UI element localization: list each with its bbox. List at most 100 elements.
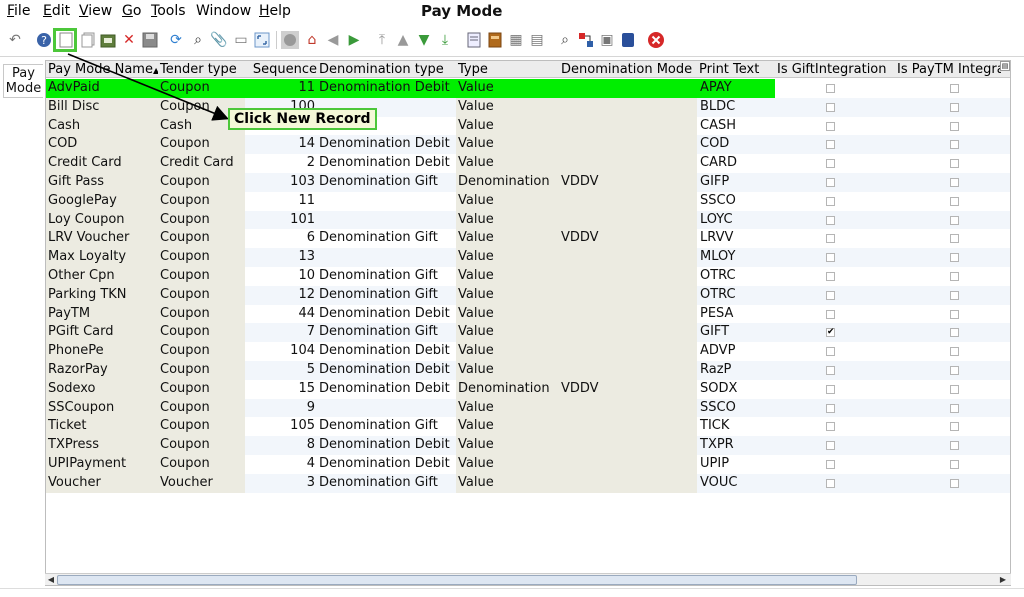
checkbox[interactable]: [950, 403, 959, 413]
is-paytm-integration-checkbox[interactable]: [895, 135, 1010, 155]
cell-dmode[interactable]: [559, 116, 697, 136]
cell-dtype[interactable]: [317, 248, 456, 267]
cell-tender[interactable]: Coupon: [158, 361, 245, 380]
close-window-icon[interactable]: [646, 30, 666, 50]
cell-print[interactable]: VOUC: [697, 473, 775, 493]
cell-name[interactable]: Parking TKN: [46, 285, 158, 305]
cell-dmode[interactable]: [559, 79, 697, 98]
cell-tender[interactable]: Coupon: [158, 135, 245, 155]
zoom-fit-icon[interactable]: [252, 30, 272, 50]
cell-tender[interactable]: Coupon: [158, 267, 245, 286]
column-header-sequence[interactable]: Sequence: [245, 61, 318, 78]
zoom-across-icon[interactable]: ⌕: [555, 30, 575, 50]
archive-icon[interactable]: [485, 30, 505, 50]
cell-tender[interactable]: Coupon: [158, 285, 245, 305]
checkbox[interactable]: [826, 140, 835, 150]
column-header-is-gift-integration[interactable]: Is GiftIntegration: [775, 61, 894, 78]
cell-print[interactable]: SSCO: [697, 192, 775, 211]
cell-seq[interactable]: 101: [245, 210, 317, 230]
history-icon[interactable]: [280, 30, 300, 50]
checkbox[interactable]: [826, 159, 835, 169]
cell-type[interactable]: Value: [456, 210, 559, 230]
table-row[interactable]: GooglePay Coupon 11 Value SSCO: [46, 191, 1010, 211]
cell-tender[interactable]: Coupon: [158, 323, 245, 343]
tab-pay-mode[interactable]: Pay Mode: [3, 64, 43, 98]
previous-record-icon[interactable]: ▲: [393, 30, 413, 50]
attachment-icon[interactable]: 📎: [209, 30, 229, 50]
cell-type[interactable]: Value: [456, 436, 559, 455]
cell-print[interactable]: LRVV: [697, 229, 775, 248]
checkbox[interactable]: [950, 234, 959, 244]
checkbox[interactable]: [950, 384, 959, 394]
cell-seq[interactable]: 15: [245, 379, 317, 399]
menu-window[interactable]: Window: [196, 3, 251, 19]
cell-seq[interactable]: 44: [245, 304, 317, 324]
is-paytm-integration-checkbox[interactable]: [895, 417, 1010, 436]
checkbox[interactable]: [950, 328, 959, 338]
cell-dmode[interactable]: [559, 473, 697, 493]
checkbox[interactable]: [826, 234, 835, 244]
cell-print[interactable]: CARD: [697, 154, 775, 173]
column-header-is-paytm-integration[interactable]: Is PayTM Integration: [895, 61, 1001, 78]
checkbox[interactable]: ✔: [826, 328, 835, 338]
cell-type[interactable]: Value: [456, 285, 559, 305]
cell-name[interactable]: Loy Coupon: [46, 210, 158, 230]
cell-name[interactable]: Ticket: [46, 417, 158, 437]
is-gift-integration-checkbox[interactable]: [775, 361, 895, 380]
cell-print[interactable]: PESA: [697, 305, 775, 324]
checkbox[interactable]: [950, 309, 959, 319]
is-gift-integration-checkbox[interactable]: [775, 79, 895, 98]
menu-view[interactable]: View: [79, 3, 112, 19]
is-gift-integration-checkbox[interactable]: [775, 154, 895, 173]
cell-print[interactable]: COD: [697, 135, 775, 155]
cell-seq[interactable]: 7: [245, 323, 317, 343]
column-chooser-icon[interactable]: ▤: [1000, 61, 1010, 71]
checkbox[interactable]: [950, 290, 959, 300]
is-paytm-integration-checkbox[interactable]: [895, 173, 1010, 192]
cell-type[interactable]: Value: [456, 398, 559, 418]
cell-seq[interactable]: 105: [245, 417, 317, 437]
cell-dtype[interactable]: Denomination Debit: [317, 135, 456, 155]
cell-type[interactable]: Value: [456, 135, 559, 155]
cell-dmode[interactable]: [559, 154, 697, 173]
cell-type[interactable]: Denomination: [456, 173, 559, 192]
cell-dmode[interactable]: [559, 417, 697, 437]
cell-name[interactable]: AdvPaid: [46, 79, 158, 98]
cell-name[interactable]: LRV Voucher: [46, 229, 158, 249]
scrollbar-thumb[interactable]: [57, 575, 857, 585]
cell-name[interactable]: Cash: [46, 116, 158, 136]
is-paytm-integration-checkbox[interactable]: [895, 97, 1010, 117]
scroll-left-icon[interactable]: ◀: [45, 574, 57, 586]
is-paytm-integration-checkbox[interactable]: [895, 229, 1010, 248]
is-paytm-integration-checkbox[interactable]: [895, 192, 1010, 211]
checkbox[interactable]: [826, 347, 835, 357]
cell-type[interactable]: Value: [456, 116, 559, 136]
cell-seq[interactable]: 2: [245, 154, 317, 173]
cell-seq[interactable]: 103: [245, 173, 317, 192]
is-gift-integration-checkbox[interactable]: [775, 285, 895, 305]
cell-name[interactable]: Voucher: [46, 473, 158, 493]
next-record-icon[interactable]: ▼: [414, 30, 434, 50]
cell-type[interactable]: Value: [456, 267, 559, 286]
cell-seq[interactable]: 12: [245, 285, 317, 305]
checkbox[interactable]: [950, 347, 959, 357]
table-row[interactable]: Parking TKN Coupon 12 Denomination Gift Valu…: [46, 285, 1010, 305]
is-gift-integration-checkbox[interactable]: [775, 342, 895, 361]
help-icon[interactable]: ?: [34, 30, 54, 50]
cell-tender[interactable]: Coupon: [158, 248, 245, 267]
cell-print[interactable]: GIFP: [697, 173, 775, 192]
checkbox[interactable]: [826, 366, 835, 375]
cell-tender[interactable]: Coupon: [158, 417, 245, 437]
cell-dtype[interactable]: Denomination Gift: [317, 285, 456, 305]
is-gift-integration-checkbox[interactable]: [775, 173, 895, 192]
cell-print[interactable]: CASH: [697, 117, 775, 136]
menu-file[interactable]: File: [7, 3, 30, 19]
cell-seq[interactable]: 14: [245, 135, 317, 155]
refresh-icon[interactable]: ⟳: [166, 30, 186, 50]
is-gift-integration-checkbox[interactable]: [775, 473, 895, 493]
is-paytm-integration-checkbox[interactable]: [895, 398, 1010, 418]
cell-dtype[interactable]: Denomination Debit: [317, 436, 456, 455]
cell-dmode[interactable]: [559, 398, 697, 418]
is-paytm-integration-checkbox[interactable]: [895, 342, 1010, 361]
is-gift-integration-checkbox[interactable]: [775, 305, 895, 324]
